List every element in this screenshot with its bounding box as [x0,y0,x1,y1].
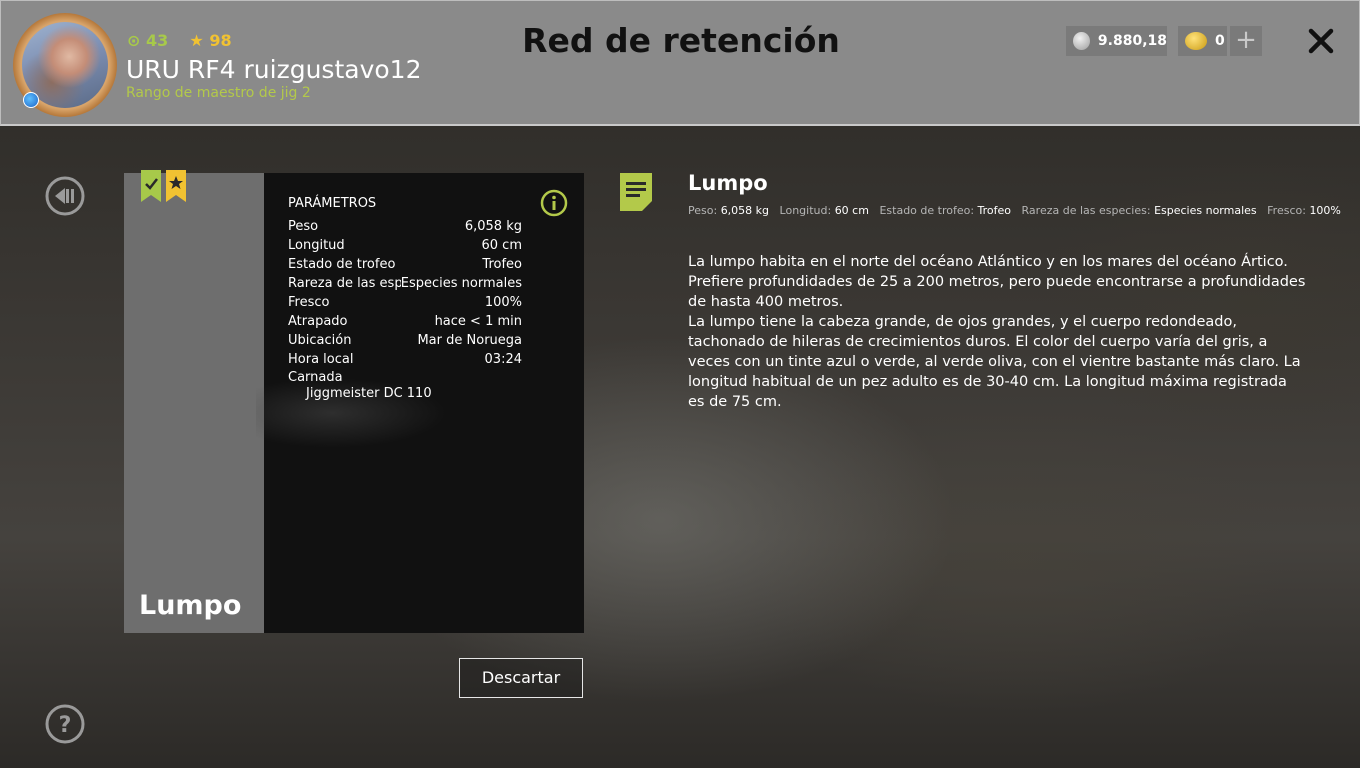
header-bar: ⊙ 43 ★ 98 URU RF4 ruizgustavo12 Rango de… [0,0,1360,126]
description-paragraph: La lumpo habita en el norte del océano A… [688,254,1306,310]
summary-label: Estado de trofeo: [879,204,975,217]
gold-currency: 0 [1178,26,1227,56]
fish-name: Lumpo [139,590,242,621]
summary-value: 6,058 kg [720,204,770,217]
param-label: Ubicación [288,333,352,348]
param-value: 60 cm [481,238,523,253]
page-title: Red de retención [522,21,840,60]
player-name: URU RF4 ruizgustavo12 [126,55,422,84]
add-currency-button[interactable]: + [1230,26,1262,56]
summary-label: Peso: [688,204,718,217]
param-label: Hora local [288,352,354,367]
discard-button[interactable]: Descartar [459,658,583,698]
silver-amount: 9.880,18 [1097,33,1167,49]
info-icon[interactable] [540,189,568,217]
summary-value: 100% [1309,204,1341,217]
plus-icon: + [1235,25,1257,55]
check-badge-icon [141,170,161,202]
bait-label: Carnada [288,370,343,385]
param-value: 100% [484,295,522,310]
param-row: Hora local 03:24 [288,350,522,369]
param-label: Fresco [288,295,330,310]
summary-label: Rareza de las especies: [1021,204,1151,217]
param-label: Longitud [288,238,345,253]
globe-icon [23,92,39,108]
param-value: Trofeo [482,257,522,272]
star-icon: ★ [189,31,204,50]
silver-coins-icon [1073,32,1090,50]
player-level: 43 [145,31,169,50]
param-value: 03:24 [484,352,522,367]
param-value: Especies normales [400,276,522,291]
parameters-title: PARÁMETROS [288,196,377,211]
question-mark-icon: ? [59,713,72,738]
parameters-list: Peso 6,058 kg Longitud 60 cm Estado de t… [288,217,522,369]
level-icon: ⊙ [127,31,141,50]
star-badge-icon [166,170,186,202]
gold-amount: 0 [1215,33,1225,49]
summary-label: Longitud: [779,204,832,217]
back-arrow-icon [55,188,65,204]
summary-value: 60 cm [834,204,869,217]
param-label: Estado de trofeo [288,257,396,272]
param-value: Mar de Noruega [417,333,522,348]
param-row: Ubicación Mar de Noruega [288,331,522,350]
param-row: Atrapado hace < 1 min [288,312,522,331]
param-label: Atrapado [288,314,348,329]
back-button[interactable] [45,176,85,216]
help-button[interactable]: ? [45,704,85,744]
summary-value: Trofeo [977,204,1012,217]
player-rank: Rango de maestro de jig 2 [126,85,311,101]
description-icon [620,173,652,211]
description-text: La lumpo habita en el norte del océano A… [688,252,1308,412]
summary-label: Fresco: [1267,204,1306,217]
bait-value: Jiggmeister DC 110 [306,386,432,401]
silver-currency: 9.880,18 [1066,26,1167,56]
param-row: Longitud 60 cm [288,236,522,255]
description-paragraph: La lumpo tiene la cabeza grande, de ojos… [688,314,1301,410]
description-title: Lumpo [688,171,768,195]
param-row: Fresco 100% [288,293,522,312]
param-row: Estado de trofeo Trofeo [288,255,522,274]
fish-image-panel [124,173,264,633]
close-icon[interactable] [1301,21,1341,61]
player-stats: ⊙ 43 ★ 98 [127,31,232,50]
param-row: Peso 6,058 kg [288,217,522,236]
summary-line: Peso: 6,058 kg Longitud: 60 cm Estado de… [688,204,1348,217]
param-label: Rareza de las especies [288,276,401,291]
param-label: Peso [288,219,319,234]
gold-coins-icon [1185,32,1207,50]
player-stars: 98 [209,31,232,50]
param-value: 6,058 kg [464,219,522,234]
param-row: Rareza de las especies Especies normales [288,274,522,293]
summary-value: Especies normales [1154,204,1257,217]
param-value: hace < 1 min [434,314,522,329]
